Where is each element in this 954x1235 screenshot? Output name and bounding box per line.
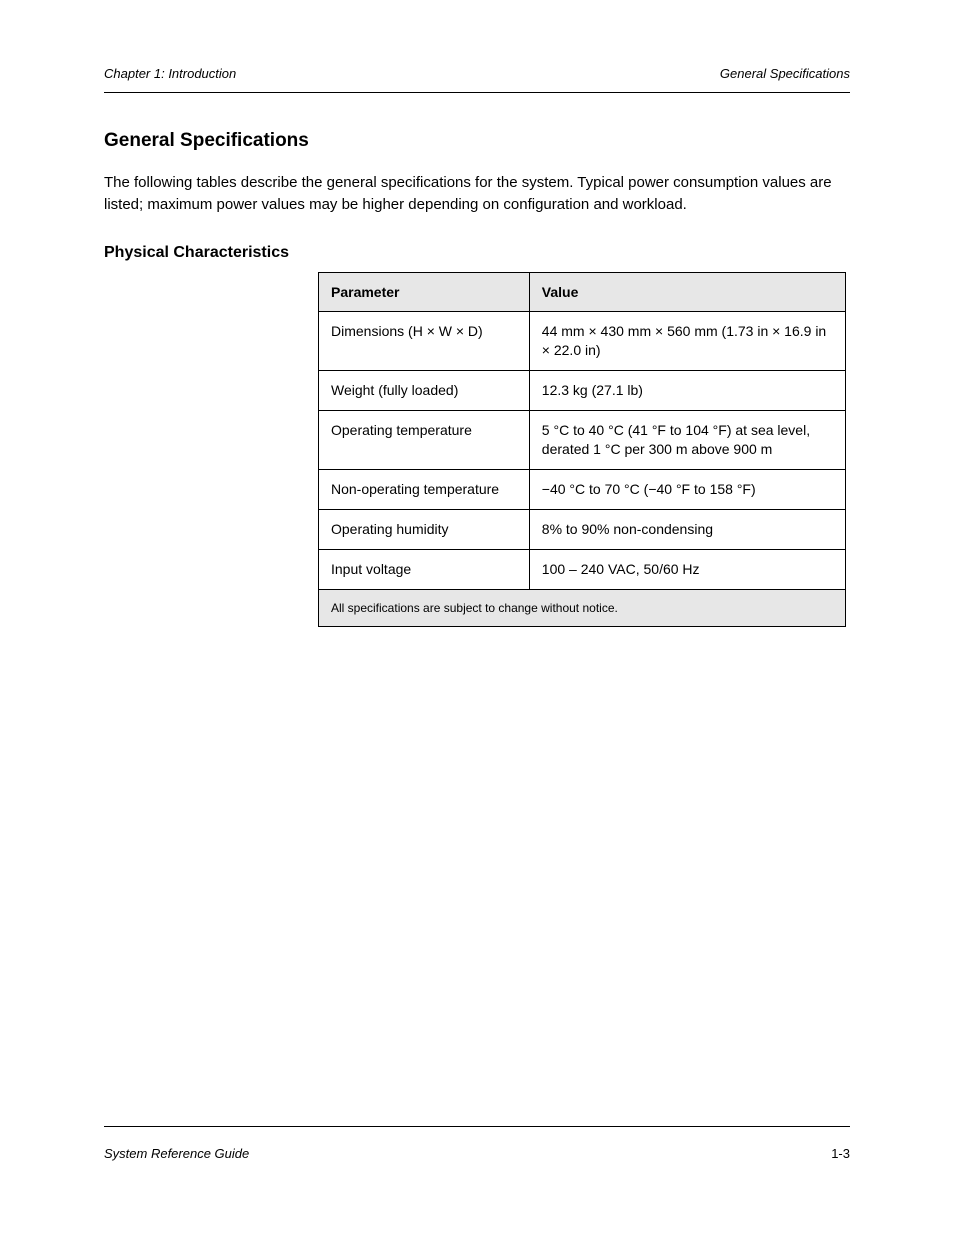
running-header-right: General Specifications [720, 66, 850, 81]
table-cell-value: 8% to 90% non-condensing [529, 509, 845, 549]
intro-paragraph: The following tables describe the genera… [104, 172, 850, 216]
header-rule [104, 92, 850, 93]
table-title: Physical Characteristics [104, 244, 850, 262]
table-cell-param: Non-operating temperature [319, 469, 530, 509]
footer-rule [104, 1126, 850, 1127]
table-header-value: Value [529, 272, 845, 312]
table-cell-value: 12.3 kg (27.1 lb) [529, 371, 845, 411]
table-cell-param: Operating temperature [319, 411, 530, 470]
table-row: Input voltage 100 – 240 VAC, 50/60 Hz [319, 549, 846, 589]
table-cell-param: Input voltage [319, 549, 530, 589]
table-cell-param: Operating humidity [319, 509, 530, 549]
table-footer-note: All specifications are subject to change… [319, 589, 846, 626]
table-row: Operating temperature 5 °C to 40 °C (41 … [319, 411, 846, 470]
footer-title: System Reference Guide [104, 1146, 249, 1161]
table-cell-value: 44 mm × 430 mm × 560 mm (1.73 in × 16.9 … [529, 312, 845, 371]
running-header-left: Chapter 1: Introduction [104, 66, 236, 81]
section-heading: General Specifications [104, 130, 850, 152]
page-number: 1-3 [831, 1146, 850, 1161]
table-header-row: Parameter Value [319, 272, 846, 312]
table-cell-param: Weight (fully loaded) [319, 371, 530, 411]
table-cell-value: 100 – 240 VAC, 50/60 Hz [529, 549, 845, 589]
table-cell-value: 5 °C to 40 °C (41 °F to 104 °F) at sea l… [529, 411, 845, 470]
table-header-parameter: Parameter [319, 272, 530, 312]
table-row: Weight (fully loaded) 12.3 kg (27.1 lb) [319, 371, 846, 411]
table-row: Non-operating temperature −40 °C to 70 °… [319, 469, 846, 509]
spec-table: Parameter Value Dimensions (H × W × D) 4… [318, 272, 846, 627]
table-row: Operating humidity 8% to 90% non-condens… [319, 509, 846, 549]
table-cell-value: −40 °C to 70 °C (−40 °F to 158 °F) [529, 469, 845, 509]
table-footer-row: All specifications are subject to change… [319, 589, 846, 626]
table-cell-param: Dimensions (H × W × D) [319, 312, 530, 371]
table-row: Dimensions (H × W × D) 44 mm × 430 mm × … [319, 312, 846, 371]
